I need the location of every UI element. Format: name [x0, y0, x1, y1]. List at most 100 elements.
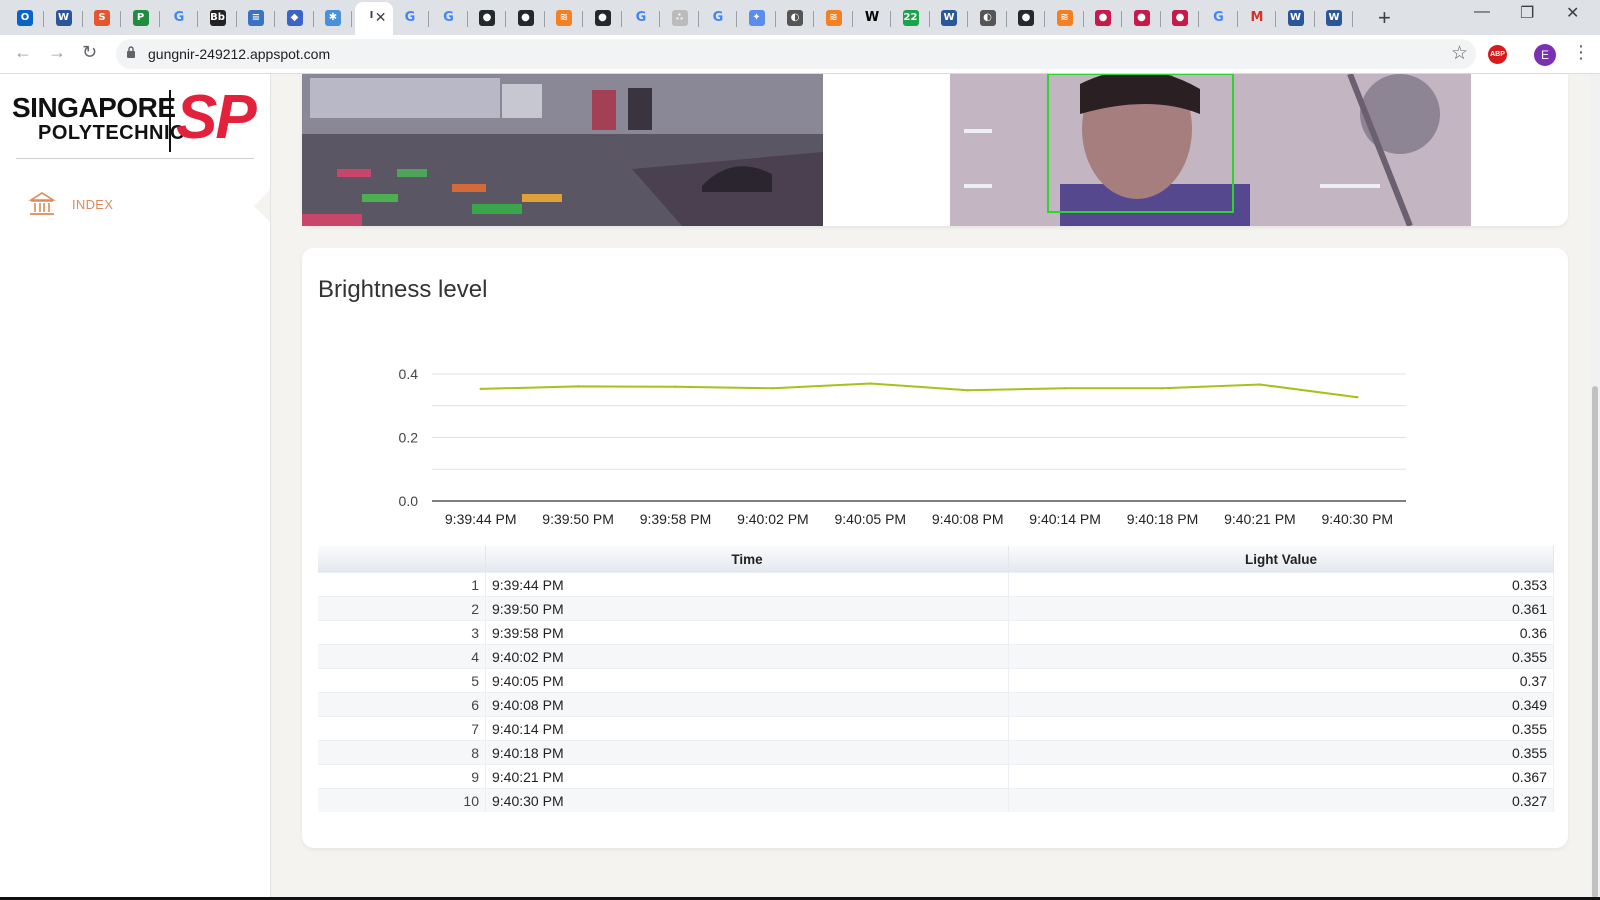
browser-tab[interactable]: G	[162, 4, 198, 32]
browser-tab[interactable]: G	[701, 4, 737, 32]
data-point[interactable]	[576, 385, 580, 388]
tab-separator	[1121, 11, 1122, 27]
data-point[interactable]	[1356, 395, 1359, 399]
data-point[interactable]	[674, 385, 677, 388]
browser-tab[interactable]: ∴	[663, 4, 699, 32]
google-icon: G	[443, 10, 454, 25]
logo-divider-line	[16, 158, 254, 159]
github-icon: ●	[479, 10, 495, 26]
browser-tab[interactable]: G	[1202, 4, 1238, 32]
browser-tab[interactable]: ●	[509, 4, 545, 32]
settings-icon: ✦	[748, 10, 765, 26]
data-point[interactable]	[1161, 387, 1164, 390]
back-icon[interactable]: ←	[14, 42, 32, 63]
google-icon: G	[712, 10, 724, 25]
data-table: Time Light Value 1 9:39:44 PM 0.353 2 9:39:…	[318, 546, 1554, 812]
menu-icon[interactable]: ⋮	[1572, 42, 1590, 63]
close-tab-icon[interactable]: ✕	[375, 9, 387, 26]
table-row: 5 9:40:05 PM 0.37	[318, 668, 1554, 693]
raspberry-icon: ●	[1133, 10, 1150, 26]
browser-tab[interactable]: W	[1317, 4, 1353, 32]
restore-icon[interactable]: ❐	[1520, 3, 1534, 23]
browser-tab[interactable]: ◐	[778, 4, 814, 32]
browser-tab[interactable]: G	[432, 4, 468, 32]
browser-tab[interactable]: S	[85, 4, 121, 32]
data-point[interactable]	[1258, 383, 1262, 386]
tab-separator	[813, 11, 814, 27]
url-text[interactable]: gungnir-249212.appspot.com	[148, 46, 330, 62]
browser-tab[interactable]: G	[624, 4, 660, 32]
profile-avatar[interactable]: E	[1534, 44, 1556, 66]
google-icon: G	[635, 10, 647, 25]
reload-icon[interactable]: ↻	[82, 42, 97, 63]
time-column-header[interactable]: Time	[485, 546, 1009, 573]
browser-tab[interactable]: ●	[470, 4, 506, 32]
browser-tab[interactable]: G	[393, 4, 429, 32]
browser-tab[interactable]: ●	[1086, 4, 1122, 32]
close-window-icon[interactable]: ✕	[1566, 3, 1579, 23]
data-point[interactable]	[869, 382, 872, 385]
data-point[interactable]	[771, 387, 775, 390]
row-index: 8	[318, 740, 486, 765]
browser-tab[interactable]: ✱	[316, 4, 352, 32]
browser-tab[interactable]: 22	[894, 4, 930, 32]
browser-tab[interactable]: M	[1240, 4, 1276, 32]
tab-separator	[274, 11, 275, 27]
row-value: 0.361	[1008, 596, 1554, 621]
tab-separator	[620, 11, 622, 27]
index-column-header	[318, 546, 486, 573]
forward-icon[interactable]: →	[48, 42, 66, 63]
google-icon: G	[173, 10, 185, 25]
tab-separator	[466, 11, 468, 27]
browser-tab[interactable]: ≡	[239, 4, 275, 32]
x-tick-label: 9:40:30 PM	[1321, 511, 1393, 527]
browser-tab[interactable]: ◆	[278, 4, 314, 32]
raspberry-icon: ●	[1172, 10, 1188, 26]
sidebar-item-index[interactable]: INDEX	[28, 190, 258, 220]
browser-tab[interactable]: P	[124, 4, 160, 32]
tab-separator	[697, 11, 699, 27]
adblock-icon[interactable]: ABP	[1488, 45, 1507, 64]
scrollbar-thumb[interactable]	[1592, 386, 1598, 898]
data-point[interactable]	[479, 387, 482, 391]
row-value: 0.36	[1008, 620, 1554, 645]
new-tab-icon[interactable]: +	[1378, 5, 1391, 31]
browser-tab[interactable]: ●	[1163, 4, 1199, 32]
x-tick-label: 9:40:05 PM	[834, 511, 906, 527]
tab-separator	[1044, 11, 1045, 27]
browser-tab[interactable]: ●	[1125, 4, 1161, 32]
x-tick-label: 9:40:18 PM	[1127, 511, 1199, 527]
gmail-icon: M	[1250, 10, 1264, 25]
browser-tab[interactable]: ●	[586, 4, 622, 32]
browser-tab[interactable]: W	[855, 4, 891, 32]
browser-tab[interactable]: O	[8, 4, 44, 32]
browser-tab[interactable]: ✦	[740, 4, 776, 32]
browser-tab[interactable]: Bb	[201, 4, 237, 32]
row-value: 0.353	[1008, 572, 1554, 597]
github-icon: ●	[517, 10, 534, 26]
browser-tab[interactable]: W	[1279, 4, 1315, 32]
bookmark-star-icon[interactable]: ☆	[1451, 42, 1468, 65]
browser-tab[interactable]: ●	[1009, 4, 1045, 32]
word-icon: W	[1326, 10, 1342, 26]
page-scrollbar[interactable]	[1590, 74, 1600, 900]
minimize-icon[interactable]: —	[1474, 3, 1490, 21]
browser-tab[interactable]: W	[47, 4, 83, 32]
browser-tab[interactable]: ≋	[547, 4, 583, 32]
table-row: 7 9:40:14 PM 0.355	[318, 716, 1554, 741]
browser-tab[interactable]: W	[932, 4, 968, 32]
browser-tab[interactable]: I ✕	[354, 2, 393, 35]
browser-tab[interactable]: ◐	[971, 4, 1007, 32]
data-point[interactable]	[1063, 387, 1067, 390]
light-value-column-header[interactable]: Light Value	[1008, 546, 1554, 573]
tab-separator	[928, 11, 930, 27]
data-point[interactable]	[966, 388, 969, 392]
tab-separator	[1313, 11, 1315, 27]
table-row: 3 9:39:58 PM 0.36	[318, 620, 1554, 645]
browser-tab[interactable]: ≋	[1048, 4, 1084, 32]
snowflake-icon: ✱	[325, 10, 341, 26]
browser-tab[interactable]: ≋	[817, 4, 853, 32]
address-bar[interactable]: gungnir-249212.appspot.com ☆	[116, 39, 1476, 69]
row-value: 0.37	[1008, 668, 1554, 693]
sp-logo[interactable]: SINGAPORE POLYTECHNIC SP	[12, 83, 262, 154]
